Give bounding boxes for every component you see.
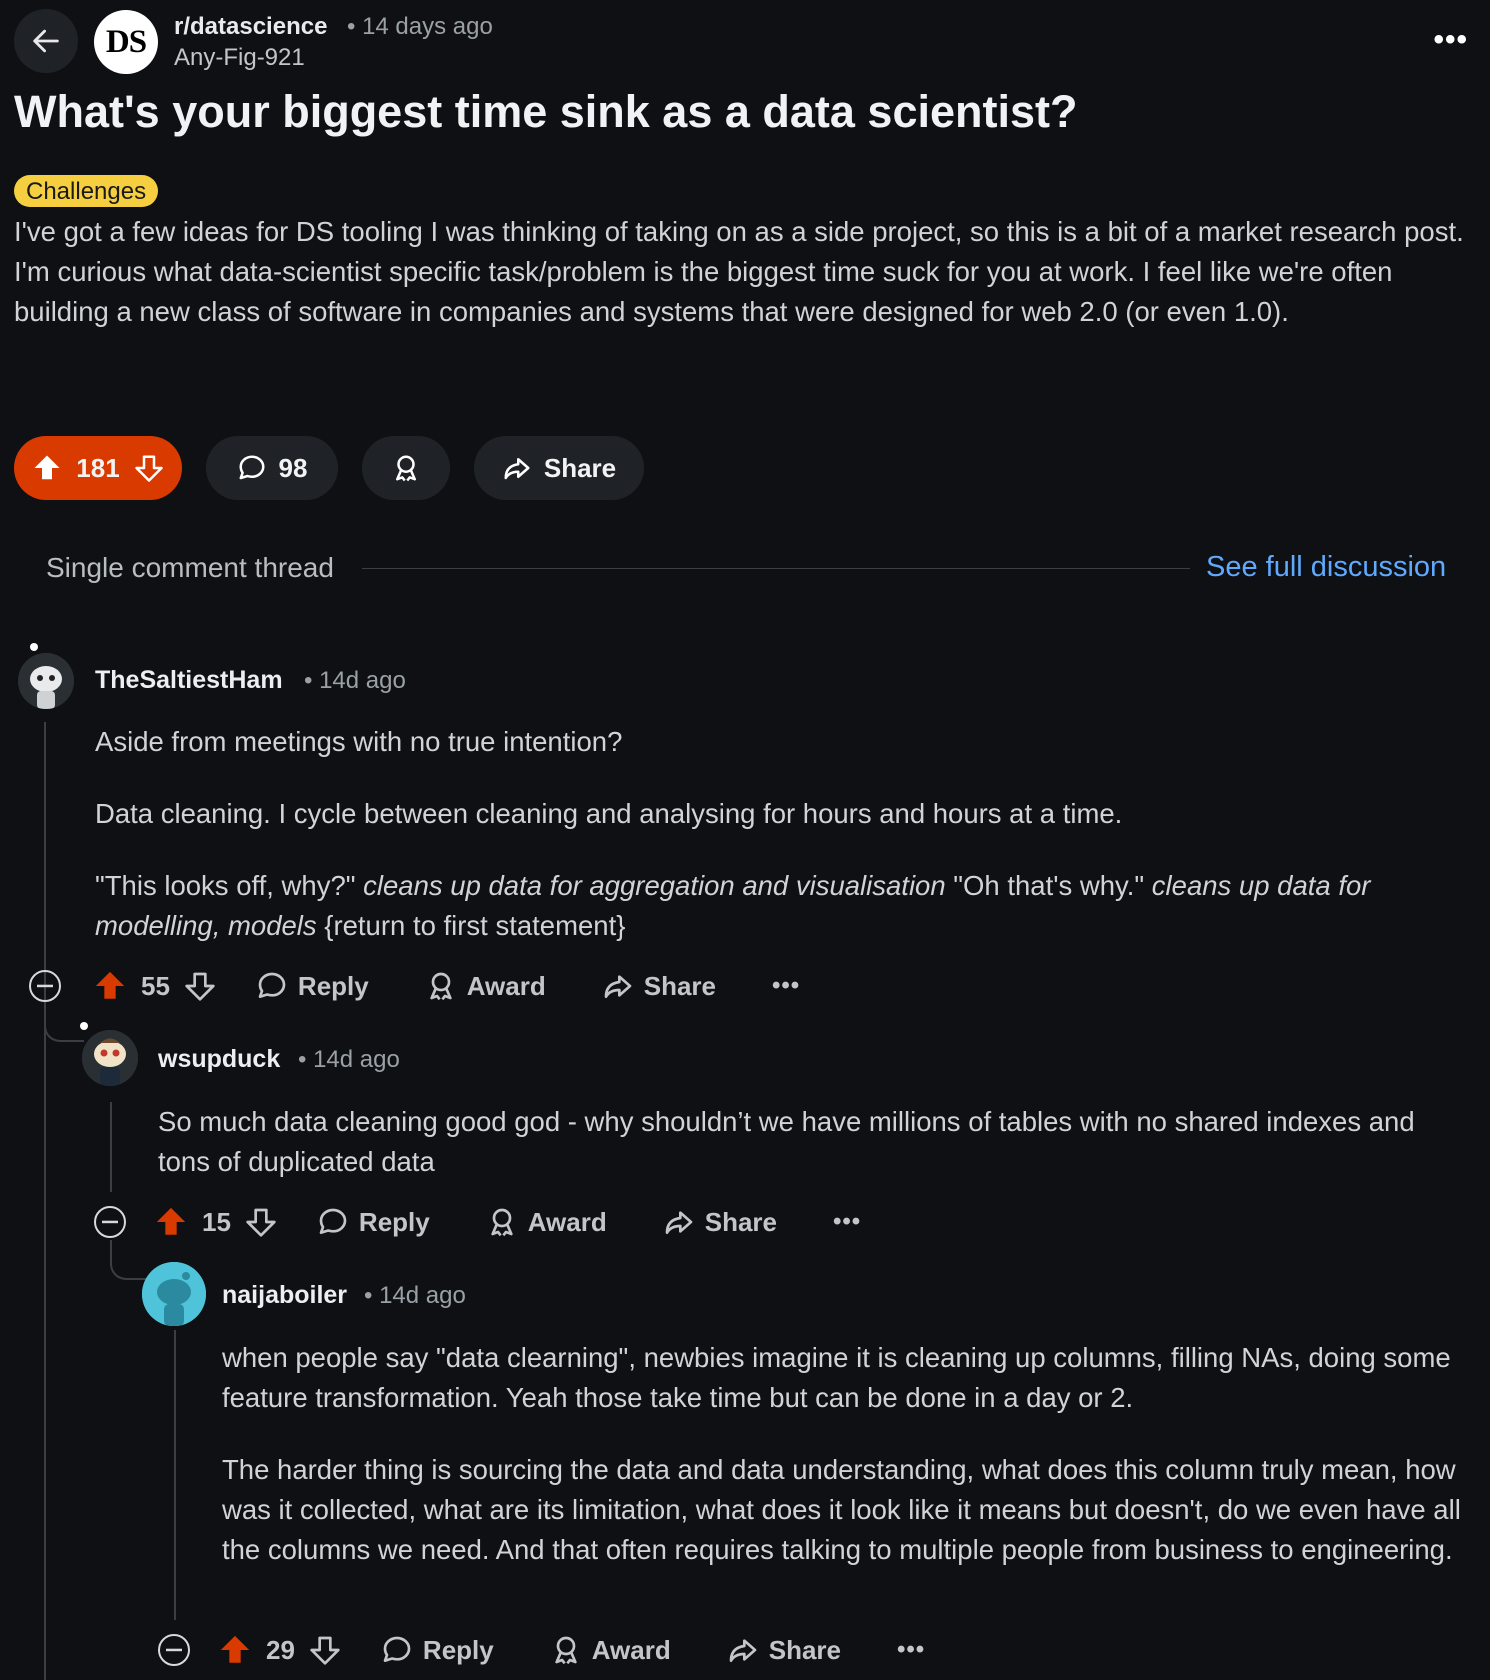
collapse-button[interactable]: [94, 1206, 126, 1238]
comment-icon: [239, 455, 265, 480]
award-button[interactable]: Award: [550, 1634, 671, 1666]
online-dot: [30, 643, 38, 651]
downvote-icon[interactable]: [184, 970, 216, 1002]
comment-author[interactable]: naijaboiler: [222, 1281, 347, 1310]
comment-body: So much data cleaning good god - why sho…: [158, 1106, 1415, 1177]
award-icon: [491, 1208, 513, 1237]
minus-icon: [166, 1648, 182, 1652]
post-title: What's your biggest time sink as a data …: [14, 86, 1078, 137]
divider: [362, 568, 1190, 569]
comment-icon: [258, 972, 286, 998]
collapse-button[interactable]: [158, 1634, 190, 1666]
upvote-icon[interactable]: [218, 1633, 252, 1667]
comment-actions: 55 Reply Award Share •••: [29, 966, 800, 1006]
comment-body: Aside from meetings with no true intenti…: [95, 726, 1371, 941]
comment-icon: [383, 1636, 411, 1662]
comment-time: • 14d ago: [298, 1046, 400, 1073]
downvote-icon[interactable]: [245, 1206, 277, 1238]
downvote-icon[interactable]: [134, 453, 164, 483]
comment-actions: 15 Reply Award Share •••: [94, 1202, 861, 1242]
avatar[interactable]: [142, 1262, 206, 1326]
more-options-icon[interactable]: •••: [772, 972, 800, 1000]
upvote-icon[interactable]: [154, 1205, 188, 1239]
reply-button[interactable]: Reply: [381, 1634, 494, 1666]
thread-line: [174, 1330, 176, 1620]
comment-body: when people say "data clearning", newbie…: [222, 1342, 1461, 1565]
comment-icon: [319, 1208, 347, 1234]
reply-button[interactable]: Reply: [256, 970, 369, 1002]
upvote-icon[interactable]: [93, 969, 127, 1003]
share-button[interactable]: Share: [727, 1634, 841, 1666]
share-label: Share: [543, 452, 617, 483]
share-icon: [604, 975, 632, 998]
award-button[interactable]: Award: [486, 1206, 607, 1238]
online-dot: [80, 1022, 88, 1030]
comment-count: 98: [278, 452, 308, 483]
comments-button[interactable]: 98: [206, 436, 338, 500]
comment-actions: 29 Reply Award Share •••: [158, 1630, 925, 1670]
see-full-discussion-link[interactable]: See full discussion: [1206, 551, 1446, 584]
comment-score: 55: [141, 970, 170, 1001]
thread-line: [110, 1102, 112, 1192]
arrow-left-icon: [33, 29, 59, 53]
share-button[interactable]: Share: [602, 970, 716, 1002]
back-button[interactable]: [14, 9, 78, 73]
avatar[interactable]: [82, 1030, 138, 1086]
collapse-button[interactable]: [29, 970, 61, 1002]
minus-icon: [37, 984, 53, 988]
award-button[interactable]: [362, 436, 450, 500]
post-flair[interactable]: Challenges: [14, 175, 159, 207]
share-icon: [729, 1639, 757, 1662]
post-time: • 14 days ago: [347, 13, 493, 40]
avatar[interactable]: [18, 653, 74, 709]
subreddit-name[interactable]: r/datascience: [174, 13, 327, 41]
share-icon: [665, 1211, 693, 1234]
more-options-icon[interactable]: •••: [833, 1208, 861, 1236]
thread-connector: [110, 1240, 148, 1280]
comment-score: 29: [266, 1634, 295, 1665]
thread-connector: [44, 1002, 84, 1042]
award-icon: [430, 972, 452, 1001]
snoo-avatar-icon: [18, 653, 74, 709]
comment-author[interactable]: TheSaltiestHam: [95, 666, 283, 695]
thread-label: Single comment thread: [46, 552, 334, 583]
post-author[interactable]: Any-Fig-921: [174, 44, 305, 72]
share-button[interactable]: Share: [474, 436, 644, 500]
more-options-icon[interactable]: •••: [897, 1636, 925, 1664]
upvote-icon[interactable]: [32, 453, 62, 483]
reply-button[interactable]: Reply: [317, 1206, 430, 1238]
award-icon: [396, 455, 416, 482]
post-body: I've got a few ideas for DS tooling I wa…: [14, 216, 1464, 327]
award-button[interactable]: Award: [425, 970, 546, 1002]
thread-line: [44, 722, 46, 1680]
comment-time: • 14d ago: [304, 667, 406, 694]
more-options-icon[interactable]: •••: [1433, 25, 1468, 55]
downvote-icon[interactable]: [309, 1634, 341, 1666]
minus-icon: [102, 1220, 118, 1224]
comment-time: • 14d ago: [364, 1282, 466, 1309]
vote-control: 181: [14, 436, 182, 500]
snoo-avatar-icon: [142, 1262, 206, 1326]
award-icon: [555, 1636, 577, 1665]
share-icon: [504, 458, 530, 480]
post-score: 181: [76, 452, 120, 483]
subreddit-avatar[interactable]: DS: [94, 10, 158, 74]
snoo-avatar-icon: [82, 1030, 138, 1086]
share-button[interactable]: Share: [663, 1206, 777, 1238]
comment-score: 15: [202, 1206, 231, 1237]
comment-author[interactable]: wsupduck: [158, 1045, 280, 1074]
